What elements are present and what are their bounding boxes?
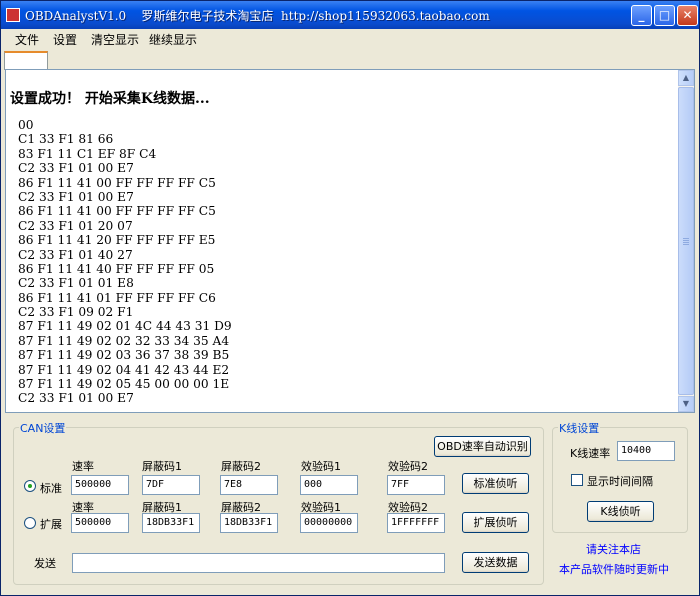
std-check1-header: 效验码1 [301, 460, 341, 473]
data-log-line: 87 F1 11 49 02 05 45 00 00 00 1E [18, 377, 230, 392]
standard-listen-button[interactable]: 标准侦听 [462, 473, 529, 494]
send-data-input[interactable] [72, 553, 445, 573]
can-settings-legend: CAN设置 [19, 420, 67, 436]
data-log-line: 87 F1 11 49 02 04 41 42 43 44 E2 [18, 362, 230, 377]
ext-check2-field[interactable]: 1FFFFFFF [387, 513, 445, 533]
data-log-line: 86 F1 11 41 00 FF FF FF FF C5 [18, 204, 216, 219]
scroll-down-icon[interactable]: ▼ [678, 396, 694, 412]
ext-mask2-field[interactable]: 18DB33F1 [220, 513, 278, 533]
std-mask2-header: 屏蔽码2 [221, 460, 261, 473]
data-log: 00 C1 33 F1 81 66 83 F1 11 C1 EF 8F C4 C2 3… [18, 118, 232, 406]
tab-strip [1, 49, 699, 70]
kline-listen-button[interactable]: K线侦听 [587, 501, 654, 522]
app-icon [6, 8, 20, 22]
close-button[interactable]: ✕ [677, 5, 698, 26]
menu-settings[interactable]: 设置 [53, 31, 77, 48]
data-log-line: C2 33 F1 01 00 E7 [18, 391, 134, 406]
std-rate-field[interactable]: 500000 [71, 475, 129, 495]
ext-rate-field[interactable]: 500000 [71, 513, 129, 533]
data-log-line: C1 33 F1 81 66 [18, 132, 114, 147]
extended-radio-label[interactable]: 扩展 [40, 516, 62, 532]
kline-rate-label: K线速率 [570, 447, 611, 460]
std-check1-field[interactable]: 000 [300, 475, 358, 495]
ext-check1-field[interactable]: 00000000 [300, 513, 358, 533]
maximize-button[interactable]: □ [654, 5, 675, 26]
notice-follow-store: 请关注本店 [586, 543, 641, 556]
std-mask1-header: 屏蔽码1 [142, 460, 182, 473]
obd-auto-detect-button[interactable]: OBD速率自动识别 [434, 436, 531, 457]
notice-software-updates: 本产品软件随时更新中 [559, 563, 669, 576]
menu-bar: 文件 设置 清空显示 继续显示 [1, 29, 699, 49]
data-log-line: C2 33 F1 01 00 E7 [18, 161, 134, 176]
std-check2-header: 效验码2 [388, 460, 428, 473]
data-log-line: 87 F1 11 49 02 01 4C 44 43 31 D9 [18, 319, 232, 334]
scroll-up-icon[interactable]: ▲ [678, 70, 694, 86]
extended-listen-button[interactable]: 扩展侦听 [462, 512, 529, 533]
output-textbox[interactable]: 设置成功！ 开始采集K线数据... 00 C1 33 F1 81 66 83 F1 … [5, 69, 695, 413]
show-interval-checkbox[interactable] [571, 474, 583, 486]
data-log-line: C2 33 F1 01 40 27 [18, 247, 133, 262]
data-log-line: 86 F1 11 41 40 FF FF FF FF 05 [18, 261, 215, 276]
standard-radio-label[interactable]: 标准 [40, 480, 62, 496]
minimize-button[interactable]: _ [631, 5, 652, 26]
menu-clear-display[interactable]: 清空显示 [91, 31, 139, 48]
data-log-line: 87 F1 11 49 02 03 36 37 38 39 B5 [18, 348, 230, 363]
app-window: OBDAnalystV1.0 罗斯维尔电子技术淘宝店 http://shop11… [0, 0, 700, 596]
menu-file[interactable]: 文件 [15, 31, 39, 48]
data-log-line: 83 F1 11 C1 EF 8F C4 [18, 146, 157, 161]
data-log-line: C2 33 F1 01 20 07 [18, 218, 133, 233]
kline-settings-group: K线设置 K线速率 10400 显示时间间隔 K线侦听 [552, 420, 688, 533]
data-log-line: 00 [18, 118, 34, 132]
data-log-line: C2 33 F1 01 01 E8 [18, 276, 134, 291]
extended-radio[interactable] [24, 517, 36, 529]
data-log-line: 86 F1 11 41 01 FF FF FF FF C6 [18, 290, 216, 305]
title-bar[interactable]: OBDAnalystV1.0 罗斯维尔电子技术淘宝店 http://shop11… [1, 1, 699, 29]
send-label: 发送 [34, 557, 56, 570]
std-mask1-field[interactable]: 7DF [142, 475, 200, 495]
std-check2-field[interactable]: 7FF [387, 475, 445, 495]
ext-mask1-field[interactable]: 18DB33F1 [142, 513, 200, 533]
tab-output[interactable] [4, 51, 48, 70]
status-message: 设置成功！ 开始采集K线数据... [10, 91, 210, 107]
scroll-thumb[interactable] [678, 87, 694, 395]
can-settings-group: CAN设置 OBD速率自动识别 速率 屏蔽码1 屏蔽码2 效验码1 效验码2 标… [13, 420, 544, 585]
window-title: OBDAnalystV1.0 罗斯维尔电子技术淘宝店 http://shop11… [25, 9, 490, 23]
data-log-line: 86 F1 11 41 00 FF FF FF FF C5 [18, 175, 216, 190]
data-log-line: 86 F1 11 41 20 FF FF FF FF E5 [18, 233, 216, 248]
kline-rate-field[interactable]: 10400 [617, 441, 675, 461]
vertical-scrollbar[interactable]: ▲ ▼ [678, 70, 694, 412]
kline-settings-legend: K线设置 [558, 420, 601, 436]
data-log-line: C2 33 F1 09 02 F1 [18, 305, 134, 320]
show-interval-label[interactable]: 显示时间间隔 [587, 473, 653, 489]
menu-continue-display[interactable]: 继续显示 [149, 31, 197, 48]
data-log-line: 87 F1 11 49 02 02 32 33 34 35 A4 [18, 333, 230, 348]
data-log-line: C2 33 F1 01 00 E7 [18, 189, 134, 204]
std-mask2-field[interactable]: 7E8 [220, 475, 278, 495]
std-rate-header: 速率 [72, 460, 94, 473]
send-data-button[interactable]: 发送数据 [462, 552, 529, 573]
standard-radio[interactable] [24, 480, 36, 492]
